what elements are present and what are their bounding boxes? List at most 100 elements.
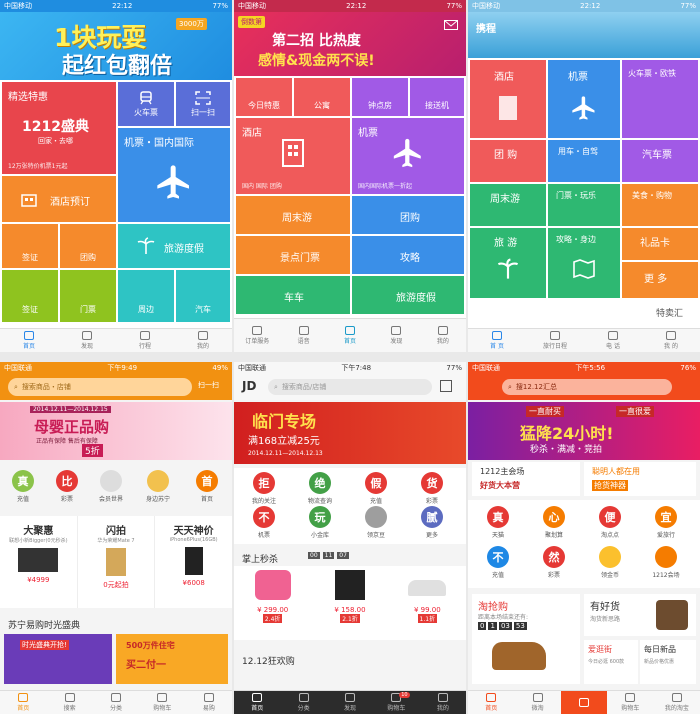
tile-bus[interactable]: 汽车票 (622, 140, 698, 182)
tile-promo[interactable]: 精选特惠 1212盛典 回家・去哪 12万张特价机票1元起 (2, 82, 116, 174)
tile-train[interactable]: 火车票 (118, 82, 174, 126)
tab-home[interactable]: 首页 (0, 329, 58, 352)
tab-home[interactable]: 首页 (468, 691, 514, 714)
tab-me[interactable]: 易购 (186, 691, 232, 714)
tile-flight[interactable]: 机票・国内国际 (118, 128, 230, 222)
tab-me[interactable]: 我的 (174, 329, 232, 352)
tab-home[interactable]: 首页 (234, 691, 280, 714)
tile-weekend[interactable]: 周末游 (236, 196, 350, 234)
tile-transfer[interactable]: 接送机 (410, 78, 464, 116)
tile-e[interactable]: 周边 (118, 270, 174, 322)
tile-orders[interactable]: 今日特惠 (236, 78, 292, 116)
promo-card-1[interactable]: 时光盛典开抢! (4, 634, 112, 684)
search-input[interactable]: ⌕ 搜索商品/店铺 (268, 379, 432, 395)
tab-category[interactable]: 分类 (93, 691, 139, 714)
tile-flight[interactable]: 机票 国内国际机票一折起 (352, 118, 464, 194)
deal-new[interactable]: 每日新品 新品价格优惠 (640, 640, 696, 684)
grid-item[interactable]: 心聚划算 (534, 506, 574, 539)
grid-item[interactable]: 货彩票 (412, 472, 452, 505)
tile-d[interactable]: 门票 (60, 270, 116, 322)
tab-voice[interactable]: 语音 (280, 319, 326, 352)
scan-button[interactable]: 扫一扫 (198, 380, 219, 390)
grid-item[interactable]: 领京豆 (356, 506, 396, 539)
icon-recharge[interactable]: 真充值 (6, 470, 40, 503)
tile-sight[interactable]: 景点门票 (236, 236, 350, 274)
tile-c[interactable]: 签证 (2, 270, 58, 322)
icon-member[interactable]: 会员世界 (94, 470, 128, 503)
grid-item[interactable]: 绝物流查询 (300, 472, 340, 505)
tab-me[interactable]: 我的 (420, 691, 466, 714)
tile-weekend[interactable]: 周末游 (470, 184, 546, 226)
promo-banner[interactable]: 2014.12.11—2014.12.15 母婴正品购 正品有保障 售后有保障 … (0, 402, 232, 460)
tile-guide[interactable]: 攻略・身边 (548, 228, 620, 298)
tile-hotel[interactable]: 酒店 国内 国际 团购 (236, 118, 350, 194)
tab-search[interactable]: 搜索 (46, 691, 92, 714)
deal-shop[interactable]: 爱逛街 今日必逛 600款 (584, 640, 638, 684)
promo-banner[interactable]: 一直耐买 一直很爱 猛降24小时! 秒杀・满减・竞拍 (468, 402, 700, 460)
tile-f[interactable]: 汽车 (176, 270, 230, 322)
tab-cart[interactable]: 购物车 10 (373, 691, 419, 714)
grid-item[interactable]: 然彩票 (534, 546, 574, 579)
tile-guide[interactable]: 攻略 (352, 236, 464, 274)
tile-group[interactable]: 团购 (352, 196, 464, 234)
grid-item[interactable]: 宜爱旅行 (646, 506, 686, 539)
search-input[interactable]: ⌕ 搜索商品・店铺 (8, 378, 192, 396)
product-card[interactable]: ¥ 158.00 2.1折 (311, 566, 388, 640)
tile-flight[interactable]: 机票 (548, 60, 620, 138)
tab-weitao[interactable]: 微淘 (514, 691, 560, 714)
icon-lottery[interactable]: 比彩票 (50, 470, 84, 503)
tile-food[interactable]: 美食・购物 (622, 184, 698, 226)
tab-cart[interactable]: 购物车 (139, 691, 185, 714)
grid-item[interactable]: 真天猫 (478, 506, 518, 539)
grid-item[interactable]: 拒我的关注 (244, 472, 284, 505)
tab-me[interactable]: 我的淘宝 (654, 691, 700, 714)
tab-discover[interactable]: 发现 (327, 691, 373, 714)
grid-item[interactable]: 领金币 (590, 546, 630, 579)
tile-more[interactable]: 更 多 (622, 262, 698, 298)
tile-tour[interactable]: 旅游度假 (352, 276, 464, 314)
tile-car[interactable]: 用车・自驾 (548, 140, 620, 182)
grid-item[interactable]: 不充值 (478, 546, 518, 579)
tab-home[interactable]: 首页 (327, 319, 373, 352)
grid-item[interactable]: 不机票 (244, 506, 284, 539)
tab-cart[interactable]: 购物车 (607, 691, 653, 714)
tile-a[interactable]: 签证 (2, 224, 58, 268)
deal-card[interactable]: 天天神价 iPhone6Plus(16GB) ¥6008 (155, 516, 232, 608)
deal-card[interactable]: 闪拍 华为荣耀Mate 7 0元起拍 (78, 516, 156, 608)
tile-gift[interactable]: 礼品卡 (622, 228, 698, 260)
promo-card-tool[interactable]: 聪明人都在用 抢货神器 (584, 462, 696, 496)
promo-banner[interactable]: 倒数第 第二招 比热度 感情&现金两不误! (234, 12, 466, 76)
tab-home[interactable]: 首 页 (468, 329, 526, 352)
grid-item[interactable]: 便淘点点 (590, 506, 630, 539)
tile-train[interactable]: 火车票・欧铁 (622, 60, 698, 138)
mail-icon[interactable] (444, 20, 458, 30)
tile-hotel[interactable]: 酒店预订 (2, 176, 116, 222)
tile-travel[interactable]: 旅 游 (470, 228, 546, 298)
grid-item[interactable]: 腻更多 (412, 506, 452, 539)
tile-ticket[interactable]: 门票・玩乐 (548, 184, 620, 226)
tab-discover[interactable]: 发现 (58, 329, 116, 352)
icon-nearby[interactable]: 身边苏宁 (138, 470, 178, 503)
grid-item[interactable]: 玩小金库 (300, 506, 340, 539)
tile-scan[interactable]: 扫一扫 (176, 82, 230, 126)
product-card[interactable]: ¥ 99.00 1.1折 (389, 566, 466, 640)
tile-tour[interactable]: 旅游度假 (118, 224, 230, 268)
tile-apartment[interactable]: 公寓 (294, 78, 350, 116)
product-card[interactable]: ¥ 299.00 2.4折 (234, 566, 311, 640)
search-input[interactable]: ⌕ 搜12.12汇总 (502, 379, 672, 395)
tile-car[interactable]: 车车 (236, 276, 350, 314)
scan-icon[interactable] (440, 380, 452, 392)
tile-hourly[interactable]: 钟点房 (352, 78, 408, 116)
promo-card-main[interactable]: 1212主会场 好货大本营 (472, 462, 580, 496)
promo-card-2[interactable]: 500万件住宅 买二付一 (116, 634, 228, 684)
tab-discover[interactable]: 发现 (373, 319, 419, 352)
tab-schedule[interactable]: 旅行日程 (526, 329, 584, 352)
tile-group[interactable]: 团 购 (470, 140, 546, 182)
deal-good[interactable]: 有好货 淘货新思路 (584, 594, 696, 636)
tab-me[interactable]: 我的 (420, 319, 466, 352)
tab-me[interactable]: 我 的 (642, 329, 700, 352)
tab-home[interactable]: 首页 (0, 691, 46, 714)
promo-banner[interactable]: 1块玩耍 起红包翻倍 3000万 (0, 12, 232, 80)
tile-hotel[interactable]: 酒店 (470, 60, 546, 138)
tab-category[interactable]: 分类 (280, 691, 326, 714)
